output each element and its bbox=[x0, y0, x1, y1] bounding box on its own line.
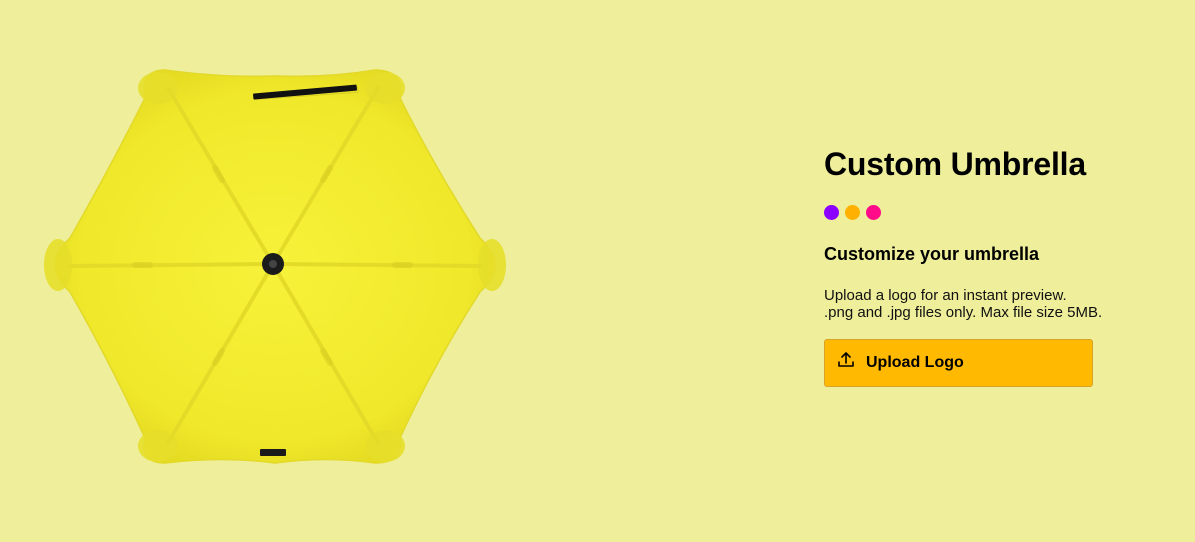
color-swatches bbox=[824, 205, 1164, 220]
upload-icon bbox=[836, 350, 856, 370]
help-line: .png and .jpg files only. Max file size … bbox=[824, 304, 1103, 321]
help-line: Upload a logo for an instant preview. bbox=[824, 287, 1067, 304]
product-panel: Custom Umbrella Customize your umbrella … bbox=[824, 144, 1164, 387]
umbrella-image bbox=[44, 69, 506, 464]
umbrella-tag bbox=[260, 449, 286, 456]
upload-help-text: Upload a logo for an instant preview. .p… bbox=[824, 287, 1164, 321]
swatch-pink[interactable] bbox=[866, 205, 881, 220]
swatch-orange[interactable] bbox=[845, 205, 860, 220]
swatch-purple[interactable] bbox=[824, 205, 839, 220]
upload-logo-button[interactable]: Upload Logo bbox=[824, 339, 1093, 387]
upload-logo-label: Upload Logo bbox=[866, 354, 964, 371]
umbrella-preview bbox=[40, 58, 510, 473]
page-title: Custom Umbrella bbox=[824, 146, 1086, 182]
customize-heading: Customize your umbrella bbox=[824, 244, 1040, 264]
